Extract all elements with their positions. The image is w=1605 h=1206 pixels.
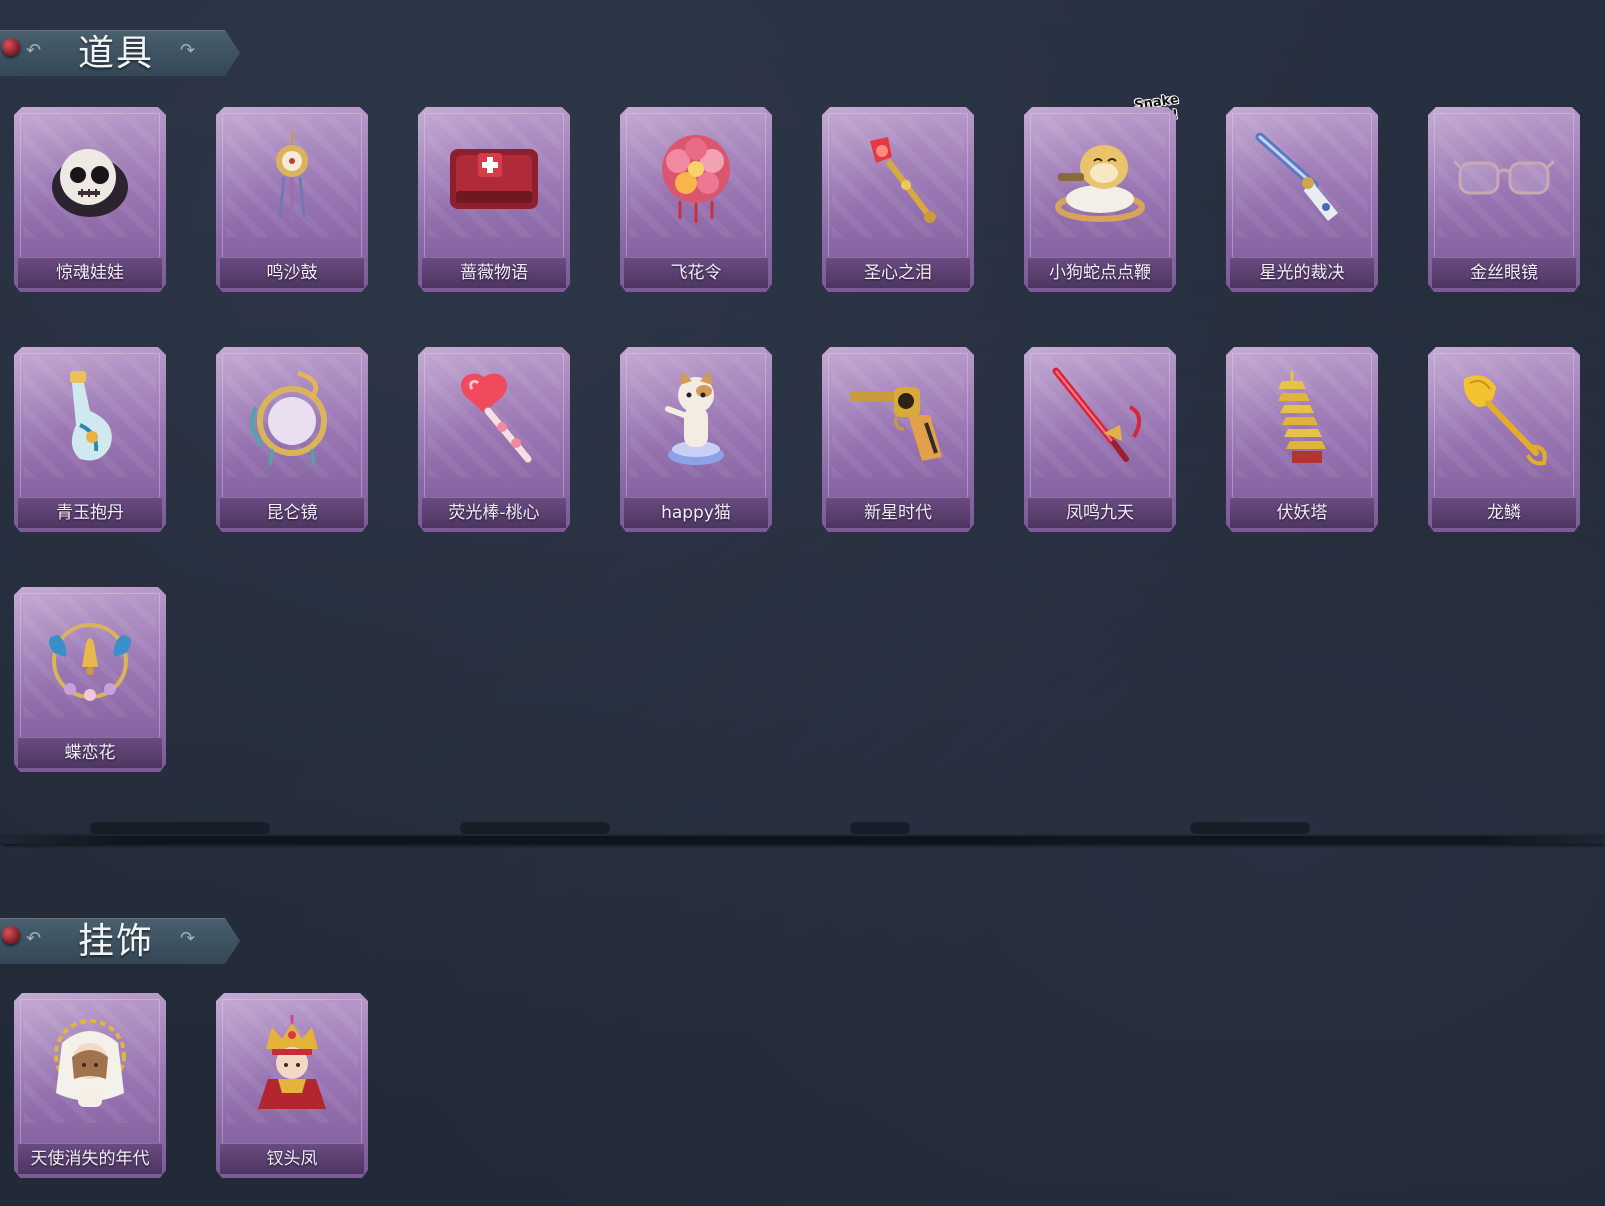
item-label: happy猫 bbox=[661, 503, 731, 523]
item-label: 鸣沙鼓 bbox=[266, 263, 318, 283]
item-card-prop-12[interactable]: 新星时代 bbox=[822, 347, 974, 532]
swirl-left-icon: ↶ bbox=[26, 928, 42, 949]
red-sword-icon bbox=[1050, 367, 1150, 467]
red-pin-icon bbox=[2, 926, 20, 944]
red-pin-icon bbox=[2, 38, 20, 56]
item-label: 新星时代 bbox=[864, 503, 932, 523]
item-label: 蝶恋花 bbox=[64, 743, 116, 763]
flower-bouquet-icon bbox=[646, 127, 746, 227]
item-card-pendant-1[interactable]: 钗头凤 bbox=[216, 993, 368, 1178]
item-label: 圣心之泪 bbox=[864, 263, 932, 283]
item-card-prop-0[interactable]: 惊魂娃娃 bbox=[14, 107, 166, 292]
item-card-prop-7[interactable]: 金丝眼镜 bbox=[1428, 107, 1580, 292]
ornate-mirror-icon bbox=[242, 367, 342, 467]
item-card-prop-9[interactable]: 昆仑镜 bbox=[216, 347, 368, 532]
heart-wand-icon bbox=[444, 367, 544, 467]
skull-doll-icon bbox=[40, 127, 140, 227]
item-card-prop-11[interactable]: happy猫 bbox=[620, 347, 772, 532]
item-card-prop-2[interactable]: 蔷薇物语 bbox=[418, 107, 570, 292]
item-label: 惊魂娃娃 bbox=[56, 263, 124, 283]
snake-whip-icon bbox=[1050, 127, 1150, 227]
section-title: 挂饰 bbox=[78, 921, 155, 962]
cat-figure-icon bbox=[646, 367, 746, 467]
inventory-screen: ↶ ↷ 道具 ↶ ↷ 挂饰 Snake Spot! 惊魂娃娃鸣沙鼓蔷薇物语飞花令… bbox=[0, 0, 1605, 1206]
item-label: 荧光棒-桃心 bbox=[448, 503, 540, 523]
swirl-left-icon: ↶ bbox=[26, 40, 42, 61]
item-label: 青玉抱丹 bbox=[56, 503, 124, 523]
golden-shovel-icon bbox=[1454, 367, 1554, 467]
jade-vase-icon bbox=[40, 367, 140, 467]
phoenix-crown-doll-icon bbox=[242, 1013, 342, 1113]
drum-ornament-icon bbox=[242, 127, 342, 227]
item-card-prop-14[interactable]: 伏妖塔 bbox=[1226, 347, 1378, 532]
item-label: 昆仑镜 bbox=[266, 503, 318, 523]
section-header-pendants: ↶ ↷ 挂饰 bbox=[0, 918, 240, 968]
item-label: 伏妖塔 bbox=[1276, 503, 1328, 523]
pagoda-icon bbox=[1252, 367, 1352, 467]
item-label: 蔷薇物语 bbox=[460, 263, 528, 283]
heart-scepter-icon bbox=[848, 127, 948, 227]
divider-splatter bbox=[1190, 822, 1310, 834]
item-card-prop-5[interactable]: 小狗蛇点点鞭 bbox=[1024, 107, 1176, 292]
glasses-icon bbox=[1452, 127, 1556, 227]
item-card-prop-8[interactable]: 青玉抱丹 bbox=[14, 347, 166, 532]
item-label: 凤鸣九天 bbox=[1066, 503, 1134, 523]
butterfly-bell-icon bbox=[40, 607, 140, 707]
swirl-right-icon: ↷ bbox=[180, 40, 196, 61]
section-title: 道具 bbox=[78, 33, 155, 74]
divider-splatter bbox=[460, 822, 610, 834]
medkit-box-icon bbox=[444, 127, 544, 227]
divider-splatter bbox=[90, 822, 270, 834]
item-card-prop-6[interactable]: 星光的裁决 bbox=[1226, 107, 1378, 292]
item-card-prop-4[interactable]: 圣心之泪 bbox=[822, 107, 974, 292]
item-card-prop-3[interactable]: 飞花令 bbox=[620, 107, 772, 292]
item-label: 星光的裁决 bbox=[1259, 263, 1345, 283]
section-divider bbox=[0, 836, 1605, 844]
item-card-pendant-0[interactable]: 天使消失的年代 bbox=[14, 993, 166, 1178]
flintlock-gun-icon bbox=[1252, 127, 1352, 227]
angel-doll-icon bbox=[40, 1013, 140, 1113]
item-card-prop-15[interactable]: 龙鳞 bbox=[1428, 347, 1580, 532]
divider-splatter bbox=[850, 822, 910, 834]
item-card-prop-10[interactable]: 荧光棒-桃心 bbox=[418, 347, 570, 532]
item-card-prop-16[interactable]: 蝶恋花 bbox=[14, 587, 166, 772]
item-card-prop-1[interactable]: 鸣沙鼓 bbox=[216, 107, 368, 292]
section-header-props: ↶ ↷ 道具 bbox=[0, 30, 240, 80]
item-label: 小狗蛇点点鞭 bbox=[1049, 263, 1151, 283]
item-label: 钗头凤 bbox=[266, 1149, 318, 1169]
item-label: 飞花令 bbox=[670, 263, 722, 283]
swirl-right-icon: ↷ bbox=[180, 928, 196, 949]
revolver-icon bbox=[848, 367, 948, 467]
item-card-prop-13[interactable]: 凤鸣九天 bbox=[1024, 347, 1176, 532]
item-label: 龙鳞 bbox=[1487, 503, 1521, 523]
item-label: 金丝眼镜 bbox=[1470, 263, 1538, 283]
item-label: 天使消失的年代 bbox=[30, 1149, 150, 1169]
